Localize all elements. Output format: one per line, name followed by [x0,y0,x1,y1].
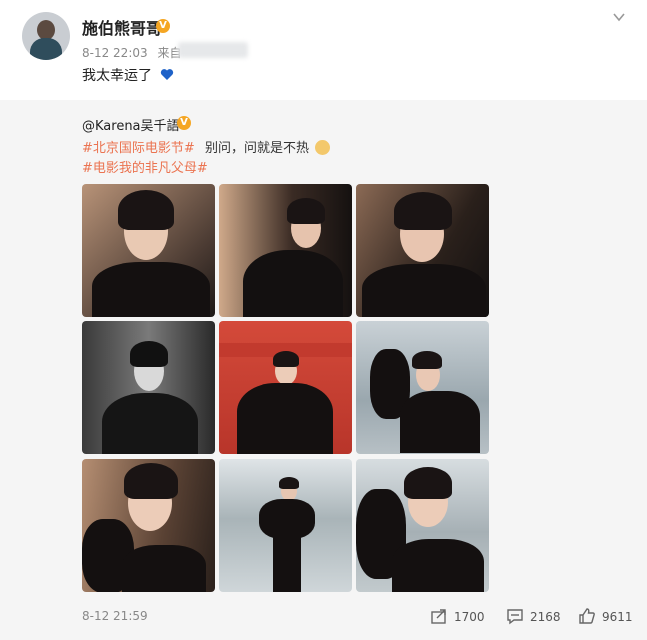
photo-9[interactable] [356,459,489,592]
photo-7[interactable] [82,459,215,592]
repost-author[interactable]: @Karena吴千語 [82,115,180,134]
chevron-down-icon[interactable] [612,10,626,24]
hashtag-beijing-film-festival[interactable]: #北京国际电影节# [82,141,195,156]
heart-emoji-icon [161,69,174,80]
photo-6[interactable] [356,321,489,454]
like-button[interactable]: 9611 [578,607,633,625]
photo-5[interactable] [219,321,352,454]
photo-4[interactable] [82,321,215,454]
verified-badge-icon: V [177,116,191,130]
repost-text: 别问，问就是不热 [204,141,309,156]
photo-1[interactable] [82,184,215,317]
repost-line-1: #北京国际电影节# 别问，问就是不热 [82,137,331,156]
post-meta: 8-12 22:03 来自 [82,44,181,61]
comment-icon [507,609,523,625]
photo-2[interactable] [219,184,352,317]
post-text-content: 我太幸运了 [82,68,152,84]
avatar[interactable] [22,12,70,60]
username[interactable]: 施伯熊哥哥 [82,15,162,39]
photo-8[interactable] [219,459,352,592]
hashtag-movie[interactable]: #电影我的非凡父母# [82,161,208,176]
share-icon [431,609,446,624]
like-count: 9611 [602,610,633,624]
share-button[interactable]: 1700 [430,607,485,625]
repost-timestamp[interactable]: 8-12 21:59 [82,609,148,623]
repost-line-2: #电影我的非凡父母# [82,157,208,176]
blurred-source [178,42,248,58]
comment-button[interactable]: 2168 [506,607,561,625]
cat-emoji-icon [315,140,331,155]
verified-badge-icon: V [156,19,170,33]
photo-3[interactable] [356,184,489,317]
post-timestamp[interactable]: 8-12 22:03 [82,46,148,60]
thumbs-up-icon [579,608,595,624]
comment-count: 2168 [530,610,561,624]
repost-author-name[interactable]: @Karena吴千語 [82,119,180,134]
post-text: 我太幸运了 [82,65,174,85]
share-count: 1700 [454,610,485,624]
